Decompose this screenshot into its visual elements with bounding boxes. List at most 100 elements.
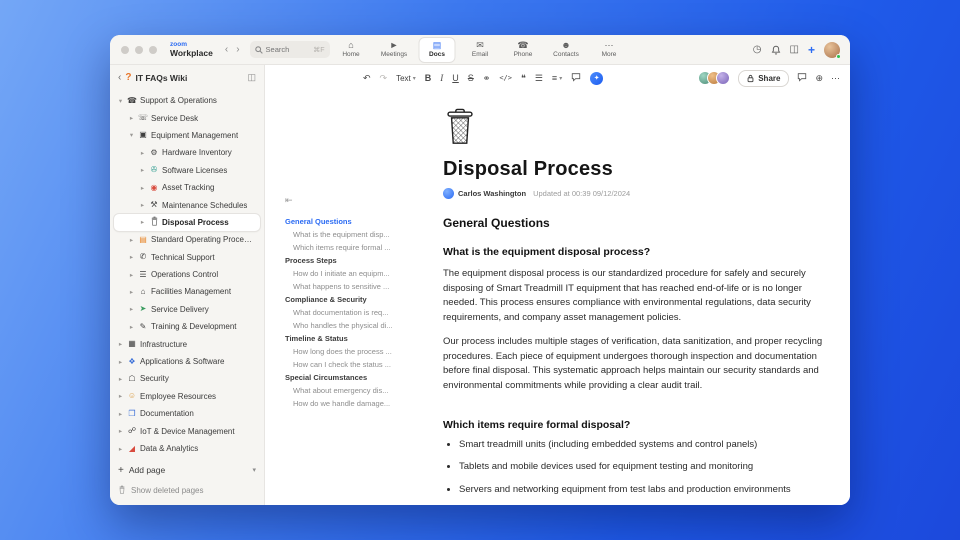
tab-email[interactable]: ✉ Email xyxy=(462,37,499,63)
comment-icon[interactable] xyxy=(571,69,581,87)
tab-docs[interactable]: ▤ Docs xyxy=(418,37,456,63)
history-clock-icon[interactable]: ◷ xyxy=(753,44,762,55)
global-search[interactable]: ⌘F xyxy=(249,41,330,58)
sidebar-item-disposal-process[interactable]: ▸ Disposal Process xyxy=(114,213,260,232)
chevron-right-icon[interactable]: ▸ xyxy=(117,340,124,348)
tab-meetings[interactable]: ► Meetings xyxy=(376,37,413,63)
align-dropdown[interactable]: ≡ ▾ xyxy=(552,73,562,83)
show-deleted-pages-button[interactable]: Show deleted pages xyxy=(118,482,256,498)
italic-button[interactable]: I xyxy=(440,73,443,83)
sidebar-item-documentation[interactable]: ▸ ❒ Documentation xyxy=(114,405,260,422)
sidebar-item-iot-device-management[interactable]: ▸ ☍ IoT & Device Management xyxy=(114,422,260,439)
strikethrough-button[interactable]: S xyxy=(468,73,474,83)
add-page-button[interactable]: + Add page ▾ xyxy=(118,462,256,478)
code-icon[interactable]: </> xyxy=(499,74,512,82)
outline-section-special-circumstances[interactable]: Special Circumstances xyxy=(285,371,393,384)
undo-icon[interactable]: ↶ xyxy=(363,73,371,83)
tab-contacts[interactable]: ☻ Contacts xyxy=(548,37,585,63)
tab-phone[interactable]: ☎ Phone xyxy=(505,37,542,63)
chevron-right-icon[interactable]: ▸ xyxy=(139,201,146,209)
chevron-right-icon[interactable]: ▸ xyxy=(139,149,146,157)
share-button[interactable]: Share xyxy=(738,69,790,87)
outline-item[interactable]: How can I check the status ... xyxy=(285,358,393,371)
text-style-dropdown[interactable]: Text ▾ xyxy=(396,74,416,83)
user-avatar[interactable] xyxy=(824,41,841,59)
outline-section-process-steps[interactable]: Process Steps xyxy=(285,254,393,267)
chevron-right-icon[interactable]: ▸ xyxy=(128,323,135,331)
collaborator-avatars[interactable] xyxy=(698,71,731,85)
bold-button[interactable]: B xyxy=(425,73,432,83)
chevron-down-icon[interactable]: ▾ xyxy=(117,97,124,105)
chevron-right-icon[interactable]: ▸ xyxy=(117,392,124,400)
redo-icon[interactable]: ↷ xyxy=(380,73,388,83)
tab-more[interactable]: ⋯ More xyxy=(591,37,628,63)
sidebar-item-hardware-inventory[interactable]: ▸ ⚙ Hardware Inventory xyxy=(114,144,260,161)
outline-item[interactable]: How long does the process ... xyxy=(285,345,393,358)
outline-item[interactable]: What is the equipment disp... xyxy=(285,228,393,241)
zoom-window-button[interactable] xyxy=(149,45,157,54)
comments-panel-icon[interactable] xyxy=(797,69,807,87)
nav-forward-button[interactable]: › xyxy=(236,44,239,55)
chevron-right-icon[interactable]: ▸ xyxy=(117,410,124,418)
chevron-down-icon[interactable]: ▾ xyxy=(252,466,256,474)
ai-companion-icon[interactable]: ✦ xyxy=(590,71,604,85)
sidebar-item-service-desk[interactable]: ▸ ☏ Service Desk xyxy=(114,109,260,126)
new-item-plus-button[interactable]: + xyxy=(808,44,815,56)
sidebar-item-asset-tracking[interactable]: ▸ ◉ Asset Tracking xyxy=(114,179,260,196)
outline-item[interactable]: Which items require formal ... xyxy=(285,241,393,254)
outline-item[interactable]: What happens to sensitive ... xyxy=(285,280,393,293)
chevron-right-icon[interactable]: ▸ xyxy=(128,271,135,279)
quote-icon[interactable]: ❝ xyxy=(521,73,526,83)
outline-item[interactable]: What documentation is req... xyxy=(285,306,393,319)
notifications-bell-icon[interactable] xyxy=(771,45,781,55)
sidebar-item-data-analytics[interactable]: ▸ ◢ Data & Analytics xyxy=(114,440,260,457)
search-input[interactable] xyxy=(265,45,306,54)
outline-item[interactable]: How do I initiate an equipm... xyxy=(285,267,393,280)
sidebar-item-equipment-management[interactable]: ▾ ▣ Equipment Management xyxy=(114,127,260,144)
more-options-icon[interactable]: ⋯ xyxy=(831,73,840,83)
sidebar-collapse-icon[interactable]: ◫ xyxy=(247,72,256,83)
sidebar-item-facilities-management[interactable]: ▸ ⌂ Facilities Management xyxy=(114,283,260,300)
chevron-right-icon[interactable]: ▸ xyxy=(139,218,146,226)
chevron-right-icon[interactable]: ▸ xyxy=(128,305,135,313)
nav-back-button[interactable]: ‹ xyxy=(225,44,228,55)
sidebar-item-maintenance-schedules[interactable]: ▸ ⚒ Maintenance Schedules xyxy=(114,196,260,213)
minimize-window-button[interactable] xyxy=(135,45,143,54)
sidebar-item-service-delivery[interactable]: ▸ ➤ Service Delivery xyxy=(114,301,260,318)
chevron-right-icon[interactable]: ▸ xyxy=(117,427,124,435)
chevron-right-icon[interactable]: ▸ xyxy=(128,114,135,122)
sidebar-item-support-operations[interactable]: ▾ ☎ Support & Operations xyxy=(114,92,260,109)
sidebar-item-software-licenses[interactable]: ▸ ✇ Software Licenses xyxy=(114,162,260,179)
chevron-right-icon[interactable]: ▸ xyxy=(117,358,124,366)
side-panel-toggle-icon[interactable]: ◫ xyxy=(790,44,799,55)
outline-item[interactable]: How do we handle damage... xyxy=(285,397,393,410)
list-icon[interactable]: ☰ xyxy=(535,73,543,83)
chevron-right-icon[interactable]: ▸ xyxy=(139,166,146,174)
chevron-right-icon[interactable]: ▸ xyxy=(128,253,135,261)
chevron-right-icon[interactable]: ▸ xyxy=(128,288,135,296)
underline-button[interactable]: U xyxy=(452,73,459,83)
sidebar-item-standard-operating-procedures[interactable]: ▸ ▤ Standard Operating Procedures xyxy=(114,231,260,248)
sidebar-item-security[interactable]: ▸ ☖ Security xyxy=(114,370,260,387)
chevron-right-icon[interactable]: ▸ xyxy=(117,375,124,383)
sidebar-item-training-development[interactable]: ▸ ✎ Training & Development xyxy=(114,318,260,335)
sidebar-item-employee-resources[interactable]: ▸ ☺ Employee Resources xyxy=(114,388,260,405)
chevron-right-icon[interactable]: ▸ xyxy=(139,184,146,192)
globe-icon[interactable]: ⊕ xyxy=(815,73,823,83)
chevron-right-icon[interactable]: ▸ xyxy=(128,236,135,244)
tab-home[interactable]: ⌂ Home xyxy=(333,37,370,63)
sidebar-item-technical-support[interactable]: ▸ ✆ Technical Support xyxy=(114,249,260,266)
chevron-right-icon[interactable]: ▸ xyxy=(117,445,124,453)
outline-section-timeline-status[interactable]: Timeline & Status xyxy=(285,332,393,345)
collapse-outline-icon[interactable]: ⇤ xyxy=(285,195,293,206)
link-icon[interactable]: ⚭ xyxy=(483,73,491,83)
chevron-down-icon[interactable]: ▾ xyxy=(128,131,135,139)
outline-item[interactable]: What about emergency dis... xyxy=(285,384,393,397)
sidebar-item-operations-control[interactable]: ▸ ☰ Operations Control xyxy=(114,266,260,283)
outline-item[interactable]: Who handles the physical di... xyxy=(285,319,393,332)
outline-section-general-questions[interactable]: General Questions xyxy=(285,215,393,228)
sidebar-item-applications-software[interactable]: ▸ ❖ Applications & Software xyxy=(114,353,260,370)
sidebar-back-button[interactable]: ‹ xyxy=(118,72,121,83)
close-window-button[interactable] xyxy=(121,45,129,54)
sidebar-item-infrastructure[interactable]: ▸ ▦ Infrastructure xyxy=(114,335,260,352)
